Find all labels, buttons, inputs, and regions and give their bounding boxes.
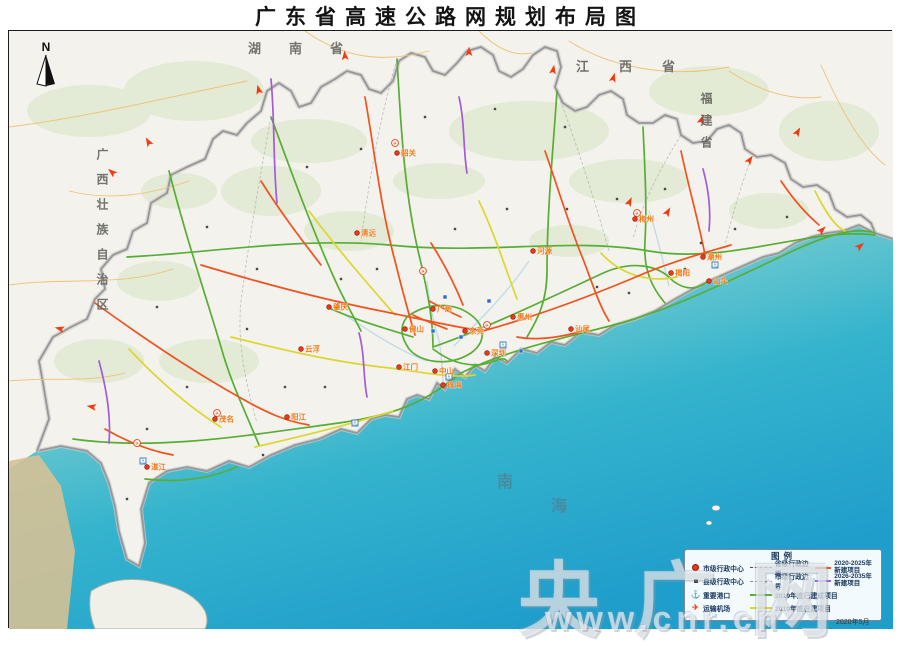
- county-marker: [563, 125, 567, 129]
- county-marker: [255, 267, 259, 271]
- page-title: 广东省高速公路网规划布局图: [255, 4, 645, 29]
- county-marker: [205, 225, 209, 229]
- city-dot: [354, 230, 360, 236]
- label-south-china-sea-2: 海: [551, 498, 568, 515]
- city-label: 深圳: [491, 348, 506, 358]
- city-dot: [430, 306, 436, 312]
- label-hunan: 湖南省: [248, 41, 372, 56]
- city-label: 茂名: [219, 414, 234, 424]
- city-dot: [212, 416, 218, 422]
- county-marker: [125, 497, 129, 501]
- city-label: 汕尾: [575, 324, 590, 334]
- city-dot: [144, 464, 150, 470]
- county-marker: [505, 207, 509, 211]
- city-dot: [484, 350, 490, 356]
- city-label: 珠海: [447, 380, 462, 390]
- city-label: 佛山: [408, 324, 424, 334]
- county-marker: [261, 453, 265, 457]
- county-marker: [323, 385, 327, 389]
- county-marker: [283, 385, 287, 389]
- city-label: 梅州: [639, 214, 654, 224]
- county-marker: [615, 197, 619, 201]
- port-anchor-glyph: ⚓: [712, 262, 719, 269]
- airport-plane-glyph: ✈: [421, 269, 425, 275]
- city-dot: [326, 304, 332, 310]
- county-marker: [785, 215, 789, 219]
- city-dot: [510, 314, 516, 320]
- city-label: 湛江: [151, 462, 166, 472]
- county-marker: [423, 115, 427, 119]
- city-dot: [298, 346, 304, 352]
- county-marker: [245, 327, 249, 331]
- label-guangxi: 广西壮族自治区: [95, 148, 109, 323]
- city-dot: [632, 216, 638, 222]
- county-marker: [595, 285, 599, 289]
- city-dot: [462, 328, 468, 334]
- county-marker: [565, 207, 569, 211]
- city-dot: [394, 150, 400, 156]
- city-label: 韶关: [401, 148, 416, 158]
- county-marker: [359, 147, 363, 151]
- port-anchor-glyph: ⚓: [352, 420, 359, 427]
- county-marker: [339, 277, 343, 281]
- airport-plane-glyph: ✈: [485, 323, 489, 329]
- county-marker: [305, 165, 309, 169]
- city-label: 广州: [437, 304, 452, 314]
- route-shield-icon: [518, 348, 524, 354]
- route-shield-icon: [486, 298, 492, 304]
- city-label: 阳江: [291, 412, 306, 422]
- city-label: 惠州: [517, 312, 532, 322]
- county-marker: [453, 227, 457, 231]
- county-marker: [155, 305, 159, 309]
- city-label: 中山: [439, 366, 454, 376]
- county-marker: [627, 291, 631, 295]
- county-marker: [699, 241, 703, 245]
- county-marker: [493, 107, 497, 111]
- city-dot: [396, 364, 402, 370]
- county-marker: [375, 267, 379, 271]
- route-shield-icon: [458, 334, 464, 340]
- route-shield-icon: [442, 294, 448, 300]
- airport-plane-glyph: ✈: [393, 141, 397, 147]
- city-dot: [568, 326, 574, 332]
- county-marker: [663, 187, 667, 191]
- county-marker: [185, 385, 189, 389]
- city-dot: [440, 382, 446, 388]
- page: { "title": "广东省高速公路网规划布局图", "compass": {…: [0, 0, 900, 647]
- city-dot: [284, 414, 290, 420]
- city-dot: [432, 368, 438, 374]
- route-shield-icon: [430, 328, 436, 334]
- label-fujian: 福建省: [699, 92, 713, 158]
- label-south-china-sea-1: 南: [497, 474, 514, 491]
- city-dot: [668, 270, 674, 276]
- city-label: 肇庆: [332, 302, 348, 312]
- city-dot: [530, 248, 536, 254]
- city-dot: [706, 278, 712, 284]
- city-dot: [402, 326, 408, 332]
- city-label: 河源: [537, 246, 552, 256]
- airport-plane-glyph: ✈: [135, 441, 139, 447]
- county-marker: [733, 227, 737, 231]
- city-label: 东莞: [469, 326, 484, 336]
- watermark-url: www.cnr.cn: [545, 600, 783, 638]
- city-label: 揭阳: [675, 268, 690, 278]
- city-dot: [700, 254, 706, 260]
- county-marker: [145, 427, 149, 431]
- city-label: 江门: [403, 362, 418, 372]
- city-label: 潮州: [707, 252, 722, 262]
- label-jiangxi: 江西省: [576, 59, 706, 74]
- city-label: 云浮: [305, 344, 320, 354]
- port-anchor-glyph: ⚓: [140, 458, 147, 465]
- city-label: 清远: [361, 228, 376, 238]
- city-label: 汕头: [713, 276, 728, 286]
